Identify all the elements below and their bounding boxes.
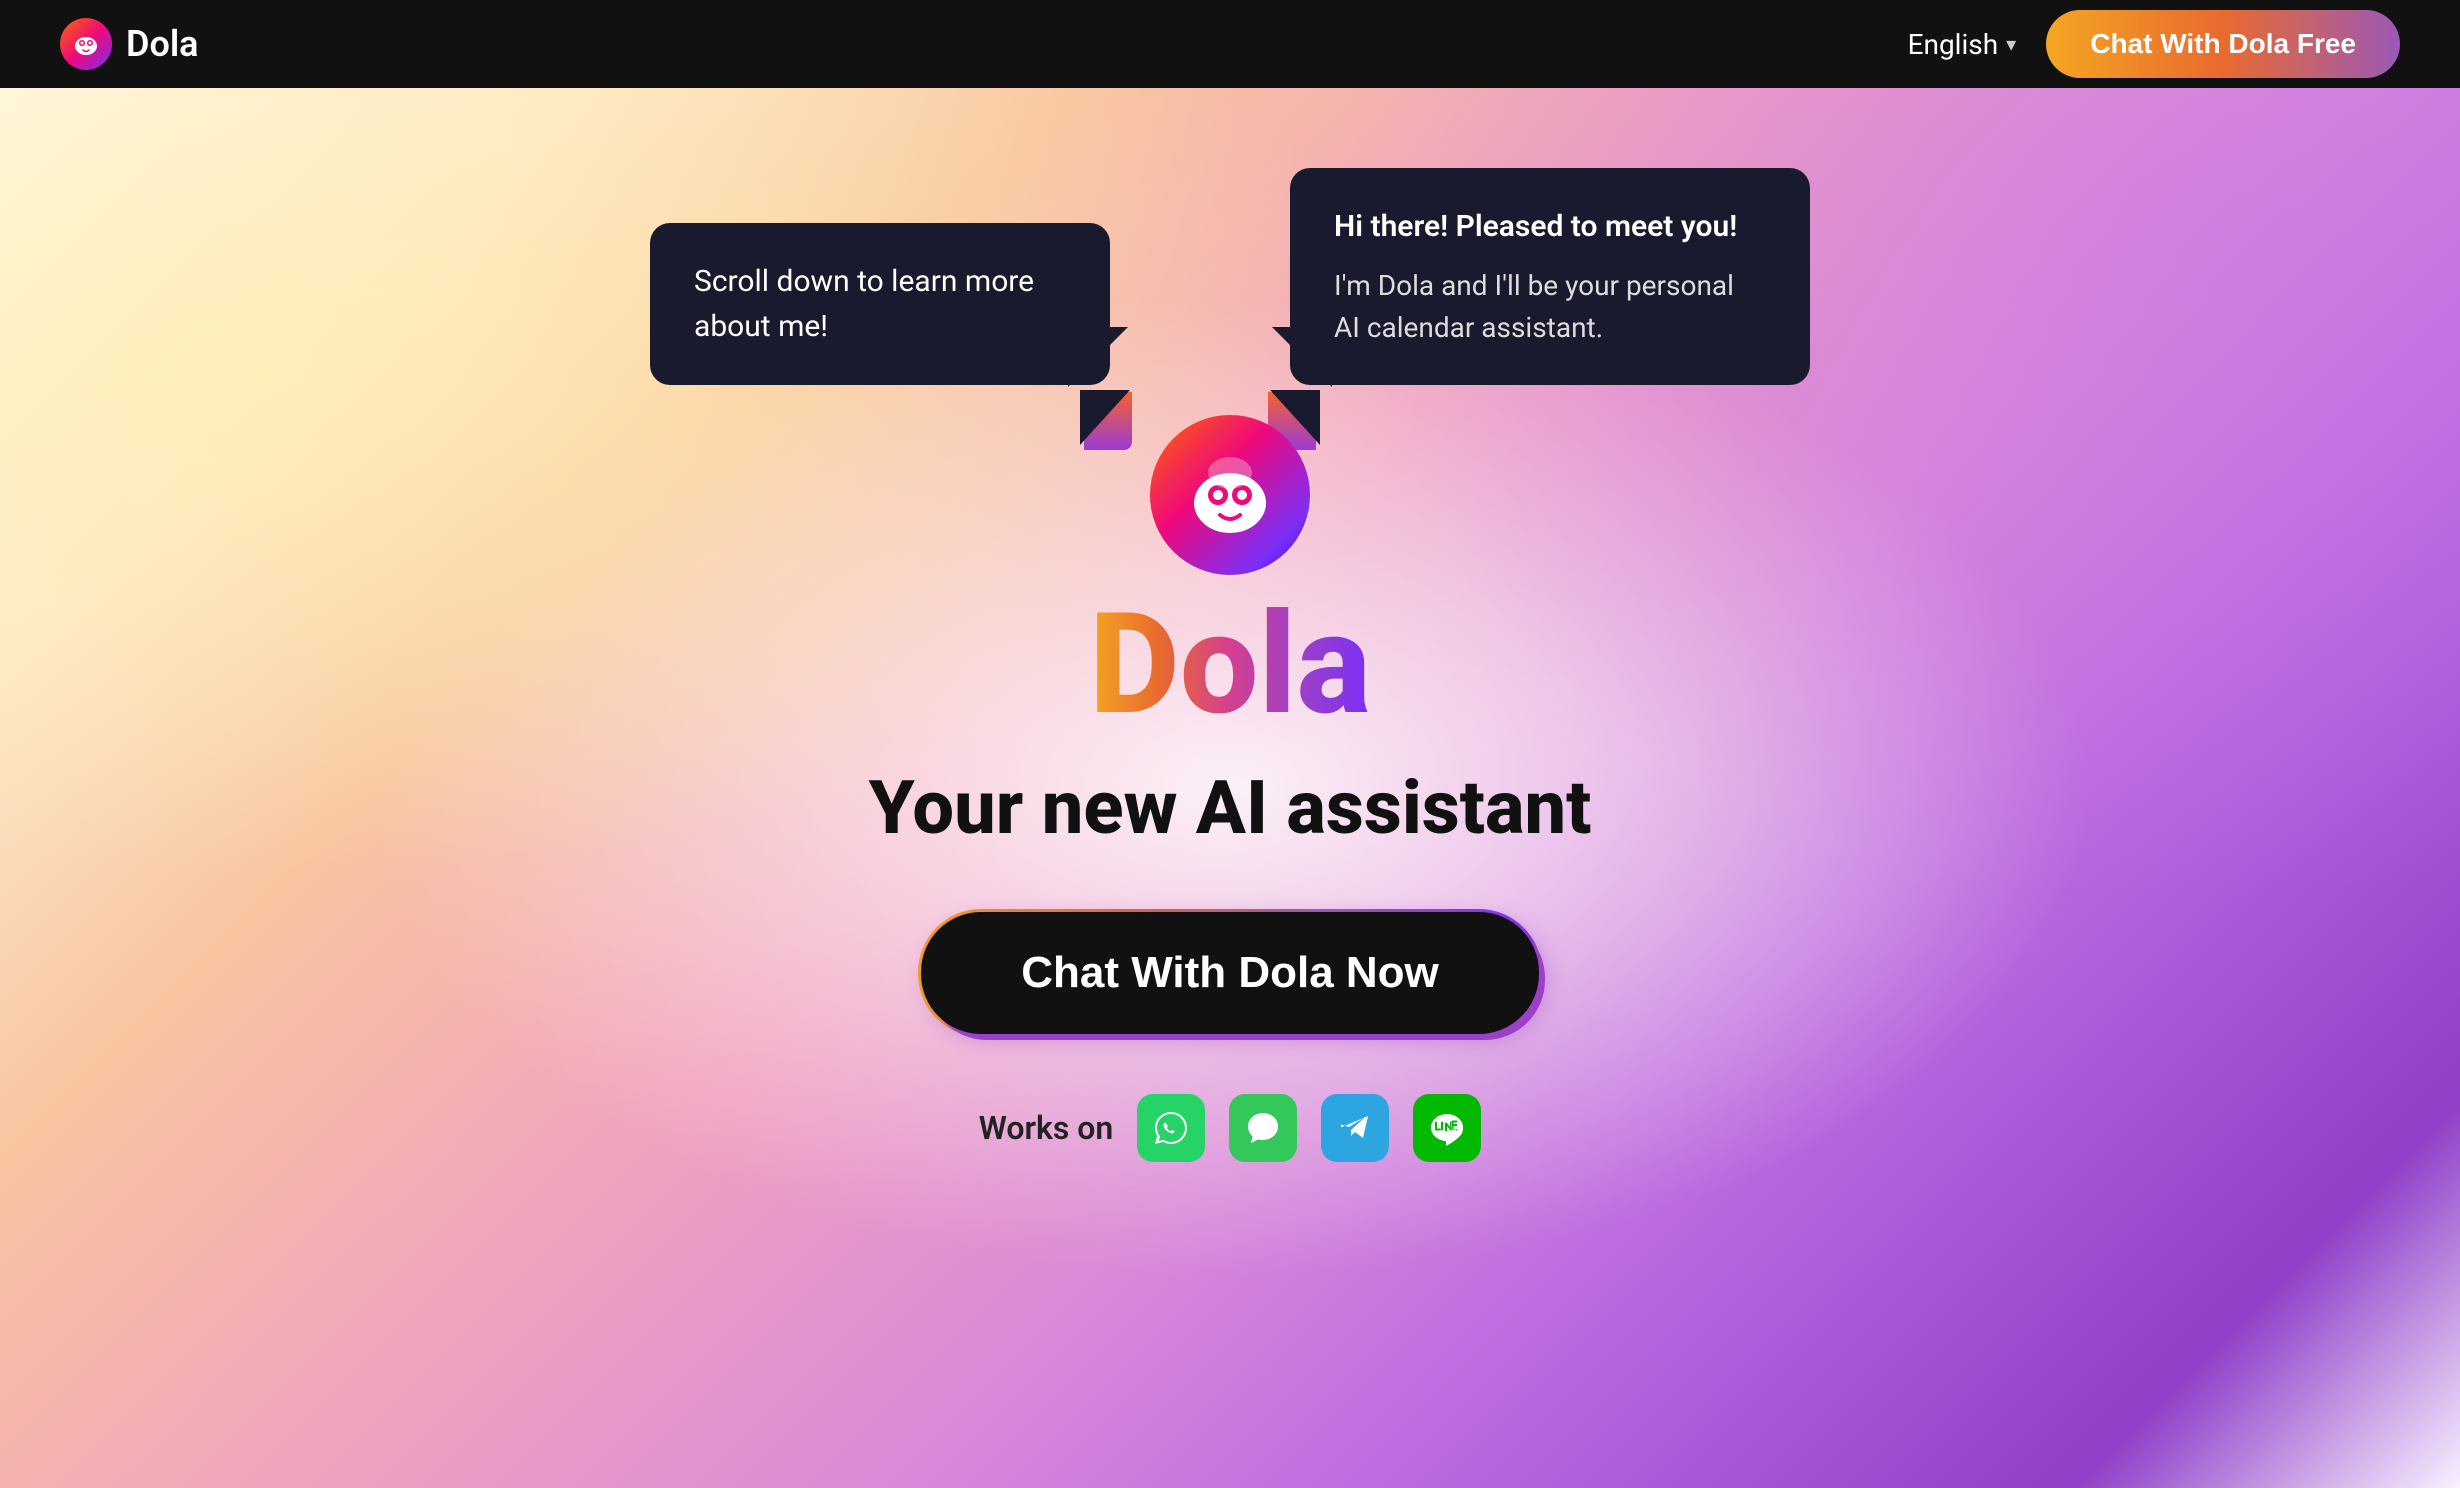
- right-bubble-wrapper: Hi there! Pleased to meet you! I'm Dola …: [1290, 168, 1810, 385]
- brand-name: Dola: [1089, 595, 1371, 735]
- platform-whatsapp-icon[interactable]: [1137, 1094, 1205, 1162]
- nav-cta-button[interactable]: Chat With Dola Free: [2046, 10, 2400, 78]
- works-on-label: Works on: [979, 1109, 1114, 1147]
- bubble-greeting: Hi there! Pleased to meet you!: [1334, 204, 1766, 249]
- language-selector[interactable]: English ▾: [1908, 28, 2017, 61]
- left-chat-bubble: Scroll down to learn more about me!: [650, 223, 1110, 385]
- chevron-down-icon: ▾: [2006, 32, 2016, 56]
- nav-right: English ▾ Chat With Dola Free: [1908, 10, 2400, 78]
- dola-logo-svg: [1180, 445, 1280, 545]
- hero-tagline: Your new AI assistant: [869, 765, 1592, 852]
- hero-cta-button[interactable]: Chat With Dola Now: [921, 912, 1539, 1034]
- right-chat-bubble: Hi there! Pleased to meet you! I'm Dola …: [1290, 168, 1810, 385]
- left-bubble-wrapper: Scroll down to learn more about me!: [650, 223, 1110, 385]
- logo-icon: [60, 18, 112, 70]
- left-bubble-text: Scroll down to learn more about me!: [694, 264, 1034, 344]
- hero-section: Scroll down to learn more about me! Hi t…: [0, 88, 2460, 1488]
- logo-text: Dola: [126, 23, 199, 65]
- bubble-tail-left: [1080, 390, 1130, 445]
- works-on-row: Works on: [979, 1094, 1482, 1162]
- bubble-tail-right: [1270, 390, 1320, 445]
- language-label: English: [1908, 28, 1999, 61]
- platform-telegram-icon[interactable]: [1321, 1094, 1389, 1162]
- logo-area[interactable]: Dola: [60, 18, 199, 70]
- platform-imessage-icon[interactable]: [1229, 1094, 1297, 1162]
- hero-content: Scroll down to learn more about me! Hi t…: [0, 88, 2460, 1162]
- platform-line-icon[interactable]: [1413, 1094, 1481, 1162]
- navbar: Dola English ▾ Chat With Dola Free: [0, 0, 2460, 88]
- bubble-intro: I'm Dola and I'll be your personal AI ca…: [1334, 265, 1766, 349]
- chat-bubbles-row: Scroll down to learn more about me! Hi t…: [0, 168, 2460, 385]
